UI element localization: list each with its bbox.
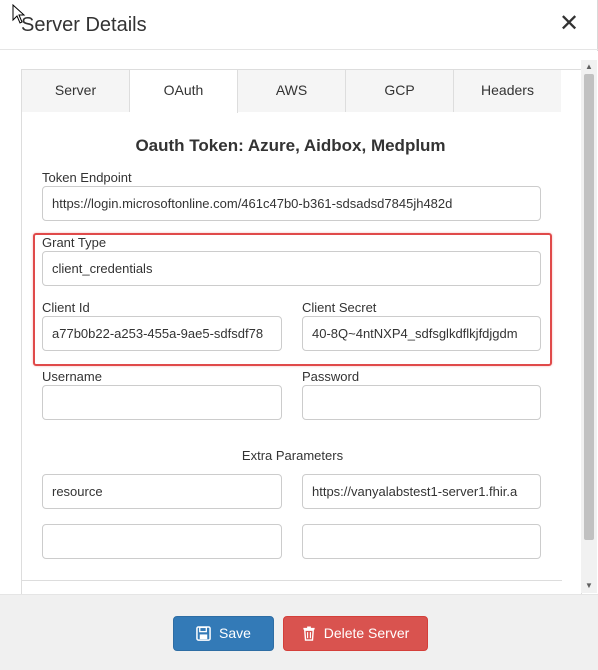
save-icon xyxy=(196,626,211,641)
scroll-up-icon[interactable]: ▲ xyxy=(581,60,597,74)
close-icon[interactable]: ✕ xyxy=(558,12,580,36)
tab-aws[interactable]: AWS xyxy=(238,70,346,112)
tab-oauth[interactable]: OAuth xyxy=(130,70,238,113)
tab-server[interactable]: Server xyxy=(22,70,130,112)
grant-type-label: Grant Type xyxy=(42,235,107,250)
server-details-dialog: Server Details ✕ Server OAuth AWS GCP He… xyxy=(0,0,598,670)
client-id-label: Client Id xyxy=(42,300,90,315)
save-button-label: Save xyxy=(219,625,251,641)
extra-param-value-input[interactable] xyxy=(302,524,541,559)
save-button[interactable]: Save xyxy=(173,616,274,651)
password-input[interactable] xyxy=(302,385,541,420)
scroll-down-icon[interactable]: ▼ xyxy=(581,579,597,593)
extra-parameters-label: Extra Parameters xyxy=(241,448,344,463)
delete-server-button-label: Delete Server xyxy=(323,625,410,641)
client-secret-input[interactable]: 40-8Q~4ntNXP4_sdfsglkdflkjfdjgdm xyxy=(302,316,541,351)
trash-icon xyxy=(303,626,315,641)
username-label: Username xyxy=(42,369,102,384)
tab-gcp[interactable]: GCP xyxy=(346,70,454,112)
form-title: Oauth Token: Azure, Aidbox, Medplum xyxy=(135,136,446,155)
dialog-title: Server Details xyxy=(21,14,147,36)
client-id-input[interactable]: a77b0b22-a253-455a-9ae5-sdfsdf78 xyxy=(42,316,282,351)
username-input[interactable] xyxy=(42,385,282,420)
extra-param-key-input[interactable] xyxy=(42,524,282,559)
grant-type-input[interactable]: client_credentials xyxy=(42,251,541,286)
token-endpoint-input[interactable]: https://login.microsoftonline.com/461c47… xyxy=(42,186,541,221)
tab-headers[interactable]: Headers xyxy=(454,70,561,112)
dialog-footer: Save Delete Server xyxy=(0,594,598,670)
vertical-scrollbar[interactable]: ▲ ▼ xyxy=(581,60,597,593)
cursor-arrow-icon xyxy=(12,4,26,24)
client-secret-label: Client Secret xyxy=(302,300,377,315)
delete-server-button[interactable]: Delete Server xyxy=(283,616,428,651)
extra-param-key-input[interactable]: resource xyxy=(42,474,282,509)
token-endpoint-label: Token Endpoint xyxy=(42,170,132,185)
password-label: Password xyxy=(302,369,360,384)
dialog-header: Server Details ✕ xyxy=(0,0,598,50)
extra-param-value-input[interactable]: https://vanyalabstest1-server1.fhir.a xyxy=(302,474,541,509)
tab-bar: Server OAuth AWS GCP Headers xyxy=(22,70,561,113)
panel-bottom-border xyxy=(21,580,562,581)
scroll-thumb[interactable] xyxy=(584,74,594,540)
